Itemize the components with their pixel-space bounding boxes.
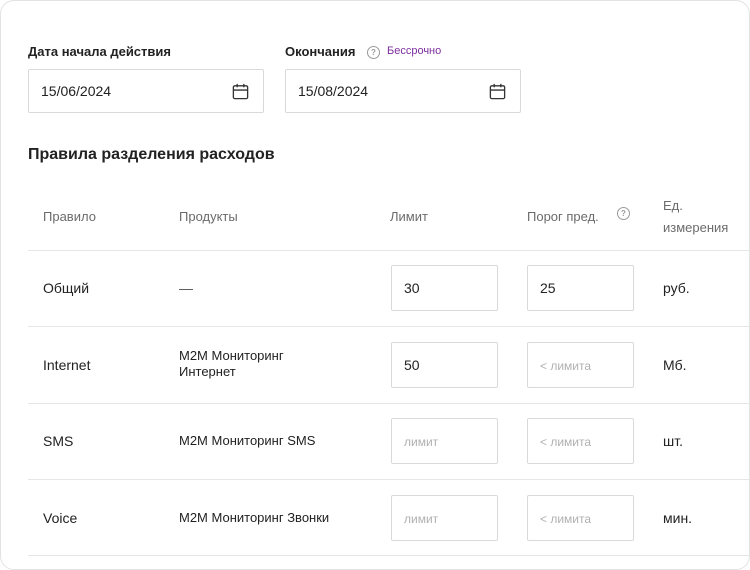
calendar-icon[interactable] (231, 82, 250, 101)
threshold-input[interactable] (527, 495, 634, 541)
row-divider (28, 555, 749, 556)
limit-input[interactable] (391, 495, 498, 541)
help-circle-icon[interactable]: ? (367, 46, 380, 59)
section-title: Правила разделения расходов (28, 146, 275, 163)
products-cell: — (179, 280, 193, 296)
limit-input[interactable] (391, 342, 498, 388)
unit-cell: мин. (663, 510, 693, 526)
limit-input[interactable] (391, 265, 498, 311)
calendar-icon[interactable] (488, 82, 507, 101)
header-threshold: Порог пред. (527, 209, 599, 224)
row-divider (28, 479, 749, 480)
help-circle-icon[interactable]: ? (617, 207, 630, 220)
unit-cell: руб. (663, 280, 690, 296)
row-divider (28, 403, 749, 404)
end-date-input[interactable] (298, 70, 468, 112)
header-divider (28, 250, 749, 251)
threshold-input[interactable] (527, 342, 634, 388)
header-unit-line2: измерения (663, 220, 729, 235)
unit-cell: шт. (663, 433, 683, 449)
row-divider (28, 326, 749, 327)
threshold-input[interactable] (527, 265, 634, 311)
unlimited-link[interactable]: Бессрочно (387, 45, 441, 57)
rule-cell: Общий (43, 280, 90, 296)
start-date-field[interactable] (28, 69, 264, 113)
header-unit-line1: Ед. (663, 198, 683, 213)
limits-card: Дата начала действия Окончания ? Бессроч… (0, 0, 750, 570)
start-date-label: Дата начала действия (28, 44, 171, 59)
rule-cell: Voice (43, 510, 78, 526)
limit-input[interactable] (391, 418, 498, 464)
products-cell: M2M Мониторинг SMS (179, 433, 316, 448)
start-date-input[interactable] (41, 70, 211, 112)
end-date-field[interactable] (285, 69, 521, 113)
header-products: Продукты (179, 209, 238, 224)
rule-cell: Internet (43, 357, 91, 373)
products-cell-line1: M2M Мониторинг (179, 348, 284, 363)
header-limit: Лимит (390, 209, 428, 224)
header-rule: Правило (43, 209, 96, 224)
end-date-label: Окончания (285, 44, 356, 59)
products-cell: M2M Мониторинг Звонки (179, 510, 330, 525)
unit-cell: Мб. (663, 357, 687, 373)
threshold-input[interactable] (527, 418, 634, 464)
products-cell-line2: Интернет (179, 364, 236, 379)
rule-cell: SMS (43, 433, 74, 449)
